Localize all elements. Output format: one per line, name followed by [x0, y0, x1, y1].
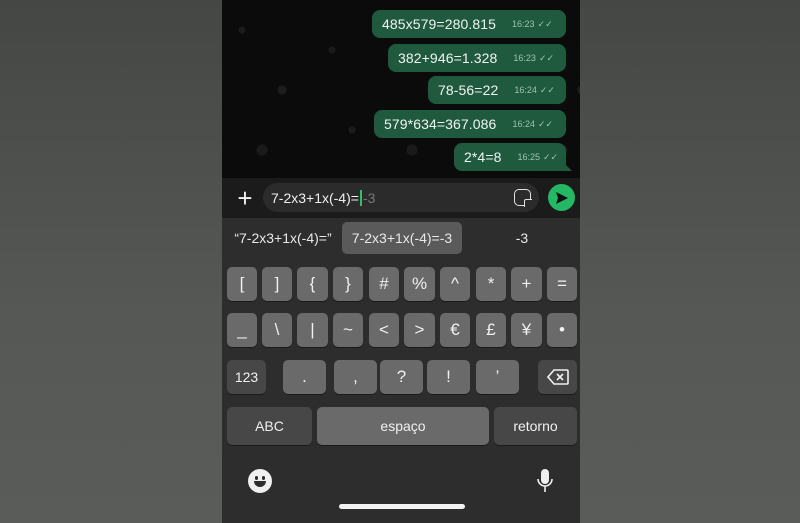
key[interactable]: + [511, 267, 542, 301]
numbers-key[interactable]: 123 [227, 360, 266, 394]
suggestion-quoted[interactable]: “7-2x3+1x(-4)=” [226, 222, 340, 254]
read-ticks-icon: ✓✓ [537, 118, 554, 129]
read-ticks-icon: ✓✓ [538, 52, 555, 63]
text-cursor [359, 189, 362, 206]
key[interactable]: * [476, 267, 506, 301]
suggestion-result[interactable]: -3 [482, 222, 562, 254]
key[interactable]: • [547, 313, 577, 347]
keyboard: “7-2x3+1x(-4)=” 7-2x3+1x(-4)=-3 -3 [ ] {… [222, 218, 580, 523]
composer-bar: + 7-2x3+1x(-4)= -3 [222, 178, 580, 218]
message-bubble[interactable]: 485x579=280.815 16:23 ✓✓ [372, 10, 566, 38]
message-text: 382+946=1.328 [398, 50, 498, 66]
key[interactable]: € [440, 313, 470, 347]
message-time: 16:23 [512, 19, 535, 29]
message-time: 16:24 [512, 119, 535, 129]
message-bubble[interactable]: 78-56=22 16:24 ✓✓ [428, 76, 566, 104]
key[interactable]: ~ [333, 313, 363, 347]
message-input-text: 7-2x3+1x(-4)= [271, 189, 359, 206]
emoji-icon[interactable] [248, 469, 272, 493]
message-text: 2*4=8 [464, 149, 502, 165]
chat-area: 485x579=280.815 16:23 ✓✓ 382+946=1.328 16… [222, 0, 580, 178]
read-ticks-icon: ✓✓ [543, 151, 559, 162]
key[interactable]: = [547, 267, 577, 301]
background-left [0, 0, 222, 523]
suggestion-selected[interactable]: 7-2x3+1x(-4)=-3 [342, 222, 462, 254]
inline-prediction: -3 [362, 189, 376, 206]
sticker-icon[interactable] [514, 189, 532, 207]
key[interactable]: > [404, 313, 435, 347]
abc-key[interactable]: ABC [227, 407, 312, 445]
key[interactable]: [ [227, 267, 257, 301]
read-ticks-icon: ✓✓ [537, 18, 553, 29]
key[interactable]: % [404, 267, 435, 301]
backspace-key[interactable] [538, 360, 577, 394]
message-bubble[interactable]: 579*634=367.086 16:24 ✓✓ [374, 110, 566, 138]
message-input[interactable]: 7-2x3+1x(-4)= -3 [263, 183, 539, 212]
key[interactable]: ¥ [511, 313, 542, 347]
message-text: 485x579=280.815 [382, 16, 496, 32]
key[interactable]: £ [476, 313, 506, 347]
send-icon [555, 191, 568, 204]
key[interactable]: _ [227, 313, 257, 347]
key[interactable]: < [369, 313, 399, 347]
message-text: 579*634=367.086 [384, 116, 497, 132]
message-bubble[interactable]: 382+946=1.328 16:23 ✓✓ [388, 44, 566, 72]
home-indicator[interactable] [339, 504, 465, 509]
microphone-icon[interactable] [536, 468, 554, 494]
message-time: 16:25 [517, 152, 541, 162]
space-key[interactable]: espaço [317, 407, 489, 445]
key[interactable]: , [334, 360, 377, 394]
key[interactable]: ! [427, 360, 470, 394]
key[interactable]: . [283, 360, 326, 394]
key[interactable]: | [297, 313, 328, 347]
key[interactable]: ^ [440, 267, 470, 301]
suggestion-bar: “7-2x3+1x(-4)=” 7-2x3+1x(-4)=-3 -3 [222, 218, 580, 258]
attach-plus-icon[interactable]: + [232, 183, 258, 213]
message-bubble[interactable]: 2*4=8 16:25 ✓✓ [454, 143, 572, 171]
key[interactable]: \ [262, 313, 292, 347]
key[interactable]: ] [262, 267, 292, 301]
message-text: 78-56=22 [438, 82, 499, 98]
background-right [580, 0, 800, 523]
backspace-icon [546, 369, 569, 385]
message-time: 16:24 [514, 85, 537, 95]
key[interactable]: ? [380, 360, 423, 394]
send-button[interactable] [548, 184, 575, 211]
read-ticks-icon: ✓✓ [539, 84, 555, 95]
message-time: 16:23 [513, 53, 536, 63]
return-key[interactable]: retorno [494, 407, 577, 445]
key[interactable]: { [297, 267, 328, 301]
phone-screen: 485x579=280.815 16:23 ✓✓ 382+946=1.328 16… [222, 0, 580, 523]
key[interactable]: } [333, 267, 363, 301]
key[interactable]: ’ [476, 360, 519, 394]
key[interactable]: # [369, 267, 399, 301]
